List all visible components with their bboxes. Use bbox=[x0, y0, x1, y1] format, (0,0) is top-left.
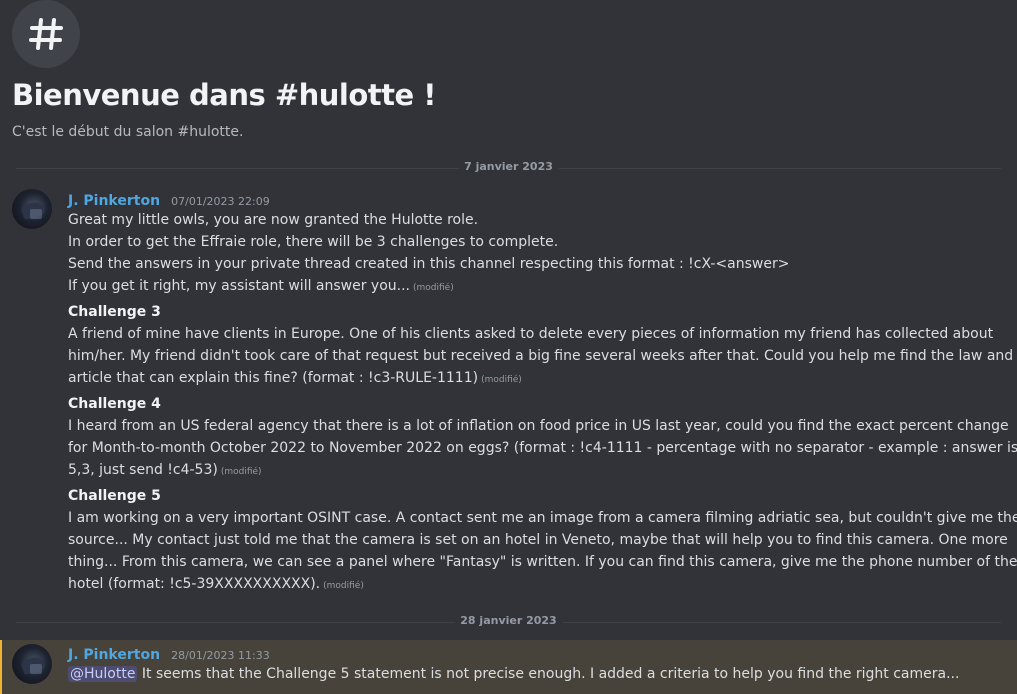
message-line: Great my little owls, you are now grante… bbox=[68, 212, 479, 228]
message-text: 5,3, just send !c4-53) bbox=[68, 462, 218, 478]
message-text: article that can explain this fine? (for… bbox=[68, 370, 479, 386]
date-divider: 7 janvier 2023 bbox=[16, 160, 1001, 173]
message-line: I heard from an US federal agency that t… bbox=[68, 418, 1009, 434]
challenge-title: Challenge 5 bbox=[68, 488, 161, 504]
message-timestamp: 28/01/2023 11:33 bbox=[171, 649, 270, 662]
user-mention[interactable]: @Hulotte bbox=[68, 666, 138, 682]
edited-label: (modifié) bbox=[481, 375, 522, 385]
message-line: Send the answers in your private thread … bbox=[68, 256, 790, 272]
message-line: A friend of mine have clients in Europe.… bbox=[68, 326, 994, 342]
message-line: @Hulotte It seems that the Challenge 5 s… bbox=[68, 663, 977, 685]
edited-label: (modifié) bbox=[323, 581, 364, 591]
message-text: hotel (format: !c5-39XXXXXXXXXX). bbox=[68, 576, 321, 592]
message-line: him/her. My friend didn't took care of t… bbox=[68, 348, 1014, 364]
message-line: article that can explain this fine? (for… bbox=[68, 367, 977, 391]
message-line: 5,3, just send !c4-53) (modifié) bbox=[68, 459, 977, 483]
message-line: hotel (format: !c5-39XXXXXXXXXX). (modifi… bbox=[68, 573, 977, 597]
welcome-title: Bienvenue dans #hulotte ! bbox=[12, 78, 437, 112]
hash-icon bbox=[29, 18, 63, 50]
edited-label: (modifié) bbox=[220, 467, 262, 477]
message-timestamp: 07/01/2023 22:09 bbox=[171, 195, 270, 208]
author-name[interactable]: J. Pinkerton bbox=[68, 647, 160, 663]
message-text: It seems that the Challenge 5 statement … bbox=[141, 666, 960, 682]
mention-indicator-bar bbox=[0, 640, 2, 694]
channel-hash-icon bbox=[12, 0, 80, 68]
message-mention-highlight: J. Pinkerton 28/01/2023 11:33 @Hulotte I… bbox=[0, 640, 1017, 694]
challenge-title: Challenge 3 bbox=[68, 304, 161, 320]
message-line: If you get it right, my assistant will a… bbox=[68, 275, 977, 299]
message-line: In order to get the Effraie role, there … bbox=[68, 234, 559, 250]
message-text: If you get it right, my assistant will a… bbox=[68, 278, 411, 294]
avatar[interactable] bbox=[12, 644, 52, 684]
message-line: source... My contact just told me that t… bbox=[68, 532, 1008, 548]
message-line: thing... From this camera, we can see a … bbox=[68, 554, 1017, 570]
edited-label: (modifié) bbox=[413, 283, 454, 293]
message-header: J. Pinkerton 28/01/2023 11:33 bbox=[68, 644, 270, 663]
author-name[interactable]: J. Pinkerton bbox=[68, 193, 160, 209]
date-divider-label: 7 janvier 2023 bbox=[458, 160, 559, 173]
message-line: I am working on a very important OSINT c… bbox=[68, 510, 1017, 526]
challenge-title: Challenge 4 bbox=[68, 396, 161, 412]
date-divider: 28 janvier 2023 bbox=[16, 614, 1001, 627]
message-line: for Month-to-month October 2022 to Novem… bbox=[68, 440, 1017, 456]
avatar[interactable] bbox=[12, 189, 52, 229]
date-divider-label: 28 janvier 2023 bbox=[454, 614, 563, 627]
message-header: J. Pinkerton 07/01/2023 22:09 bbox=[68, 190, 270, 209]
welcome-subtitle: C'est le début du salon #hulotte. bbox=[12, 124, 244, 140]
